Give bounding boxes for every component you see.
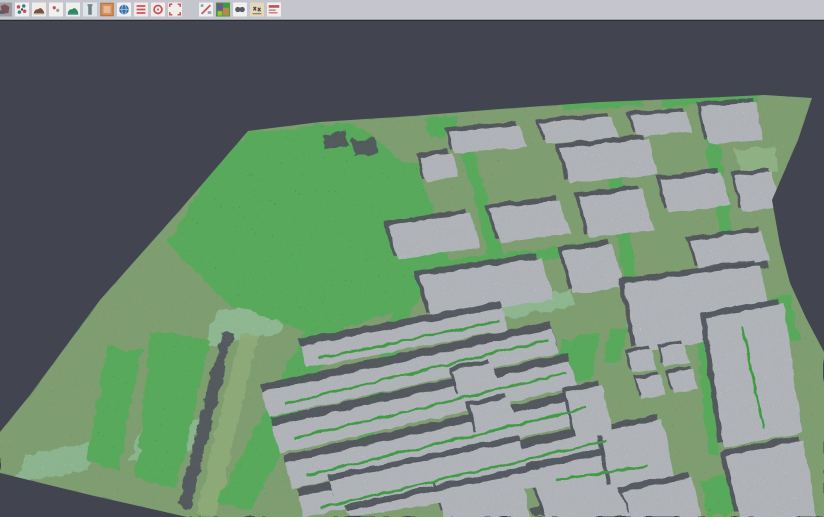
align-points-icon — [15, 2, 29, 17]
3d-point-cloud-viewport[interactable] — [0, 21, 824, 517]
vegetation-classify-icon — [66, 2, 80, 17]
target-icon — [151, 2, 165, 17]
application-window — [0, 0, 824, 517]
point-cloud-canvas[interactable] — [0, 21, 824, 517]
georeference-globe-icon[interactable] — [116, 2, 132, 18]
orthophoto-icon[interactable] — [99, 2, 115, 18]
selection-brackets-icon — [168, 2, 182, 17]
vegetation-classify-icon[interactable] — [65, 2, 81, 18]
snapshot-icon[interactable] — [232, 2, 248, 18]
sparse-points-icon — [49, 2, 63, 17]
profile-icon — [83, 2, 97, 17]
import-cloud-icon[interactable] — [0, 2, 13, 18]
histogram-icon[interactable] — [266, 2, 282, 18]
sparse-points-icon[interactable] — [48, 2, 64, 18]
layers-icon[interactable] — [133, 2, 149, 18]
snapshot-icon — [233, 2, 247, 17]
classification-map-icon — [216, 2, 230, 17]
main-toolbar — [0, 0, 824, 20]
orthophoto-icon — [100, 2, 114, 17]
clip-region-icon — [199, 2, 213, 17]
measure-icon — [250, 2, 264, 17]
measure-icon[interactable] — [249, 2, 265, 18]
classification-map-icon[interactable] — [215, 2, 231, 18]
selection-brackets-icon[interactable] — [167, 2, 183, 18]
align-points-icon[interactable] — [14, 2, 30, 18]
profile-icon[interactable] — [82, 2, 98, 18]
histogram-icon — [267, 2, 281, 17]
terrain-mesh-icon[interactable] — [31, 2, 47, 18]
terrain-mesh-icon — [32, 2, 46, 17]
georeference-globe-icon — [117, 2, 131, 17]
target-icon[interactable] — [150, 2, 166, 18]
clip-region-icon[interactable] — [198, 2, 214, 18]
import-cloud-icon — [0, 2, 12, 17]
layers-icon — [134, 2, 148, 17]
